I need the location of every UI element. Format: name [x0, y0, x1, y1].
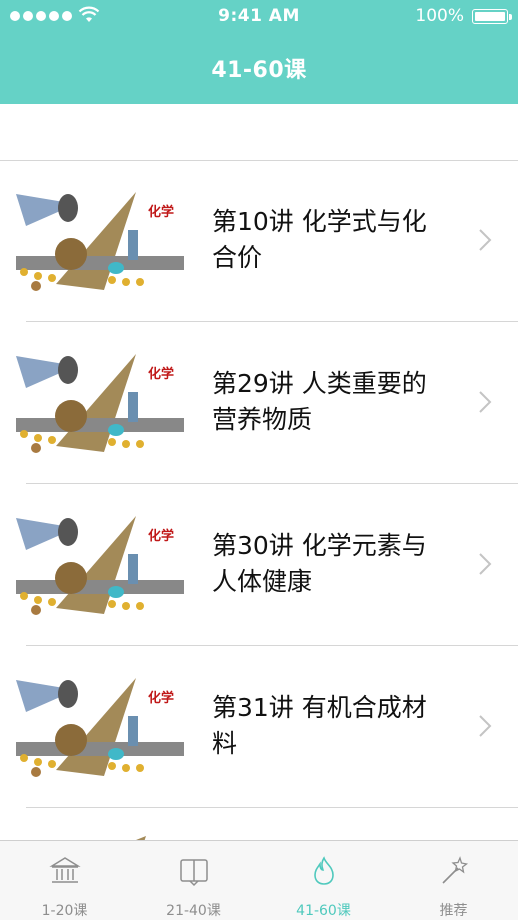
lesson-title: 第10讲 化学式与化合价	[212, 207, 427, 272]
tab-label: 1-20课	[41, 903, 88, 919]
lesson-title: 第31讲 有机合成材料	[212, 693, 427, 758]
chevron-right-icon	[479, 715, 492, 737]
lesson-row[interactable]: 化学 第31讲 有机合成材料	[0, 646, 518, 808]
lesson-title: 第30讲 化学元素与人体健康	[212, 531, 427, 596]
lesson-row[interactable]: 化学 第10讲 化学式与化合价	[0, 160, 518, 322]
lesson-row-partial[interactable]	[0, 808, 518, 840]
svg-text:化学: 化学	[148, 204, 174, 220]
svg-text:化学: 化学	[148, 690, 174, 706]
lesson-list: 化学 第10讲 化学式与化合价 化学 第29讲 人类重要的营养物质 化学 第30…	[0, 160, 518, 808]
svg-text:化学: 化学	[148, 528, 174, 544]
battery-icon	[472, 9, 512, 24]
tab-bar: 1-20课 21-40课 41-60课 推荐	[0, 840, 518, 920]
magic-wand-icon	[441, 856, 468, 884]
tab-label: 41-60课	[296, 903, 351, 919]
tab-recommend[interactable]: 推荐	[389, 841, 518, 921]
page-title: 41-60课	[211, 58, 307, 83]
lesson-row[interactable]: 化学 第29讲 人类重要的营养物质	[0, 322, 518, 484]
tab-41-60[interactable]: 41-60课	[259, 841, 388, 921]
chevron-right-icon	[479, 229, 492, 251]
tab-label: 21-40课	[166, 903, 221, 919]
status-bar: 9:41 AM 100%	[0, 0, 518, 34]
lesson-thumbnail: 化学	[16, 348, 184, 460]
museum-icon	[48, 857, 81, 883]
lesson-title: 第29讲 人类重要的营养物质	[212, 369, 427, 434]
tab-1-20[interactable]: 1-20课	[0, 841, 129, 921]
chevron-right-icon	[479, 391, 492, 413]
navigation-bar: 9:41 AM 100% 41-60课	[0, 0, 518, 104]
tab-21-40[interactable]: 21-40课	[129, 841, 258, 921]
chevron-right-icon	[479, 553, 492, 575]
book-icon	[179, 859, 208, 887]
lesson-thumbnail: 化学	[16, 672, 184, 784]
svg-text:化学: 化学	[148, 366, 174, 382]
battery-percent: 100%	[415, 6, 464, 26]
tab-label: 推荐	[439, 903, 468, 919]
lesson-thumbnail: 化学	[16, 510, 184, 622]
lesson-thumbnail: 化学	[16, 186, 184, 298]
flame-icon	[313, 856, 334, 885]
lesson-row[interactable]: 化学 第30讲 化学元素与人体健康	[0, 484, 518, 646]
